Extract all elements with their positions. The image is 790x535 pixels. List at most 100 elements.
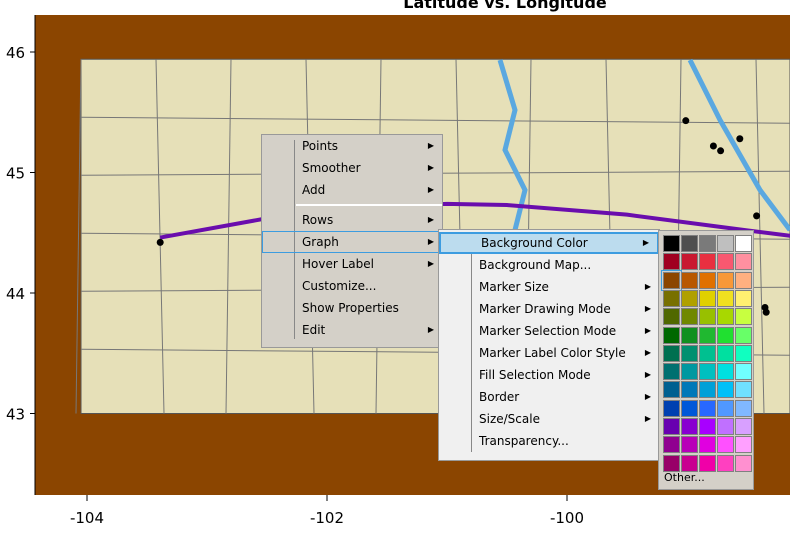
- menu-item-label: Smoother: [302, 161, 361, 175]
- color-swatch[interactable]: [681, 235, 698, 252]
- color-swatch[interactable]: [663, 436, 680, 454]
- color-swatch[interactable]: [663, 418, 680, 435]
- color-swatch[interactable]: [663, 363, 680, 381]
- menu-item-background-color[interactable]: Background Color ▶: [439, 232, 659, 254]
- data-point[interactable]: [762, 308, 770, 316]
- other-color-option[interactable]: Other...: [664, 471, 705, 484]
- color-swatch[interactable]: [735, 381, 752, 399]
- color-swatch[interactable]: [663, 326, 680, 344]
- color-swatch[interactable]: [681, 289, 698, 307]
- color-swatch[interactable]: [663, 381, 680, 399]
- color-swatch[interactable]: [717, 454, 734, 472]
- menu-item-transparency[interactable]: Transparency...: [439, 430, 659, 452]
- menu-item-border[interactable]: Border ▶: [439, 386, 659, 408]
- color-swatch[interactable]: [681, 418, 698, 435]
- menu-item-customize[interactable]: Customize...: [262, 275, 442, 297]
- data-point[interactable]: [717, 147, 725, 155]
- menu-item-background-map[interactable]: Background Map...: [439, 254, 659, 276]
- color-swatch[interactable]: [735, 326, 752, 344]
- menu-item-edit[interactable]: Edit ▶: [262, 319, 442, 341]
- data-point[interactable]: [753, 212, 761, 220]
- color-swatch[interactable]: [699, 418, 716, 435]
- menu-item-marker-drawing-mode[interactable]: Marker Drawing Mode ▶: [439, 298, 659, 320]
- color-swatch[interactable]: [699, 344, 716, 362]
- color-swatch[interactable]: [663, 253, 680, 271]
- color-swatch[interactable]: [735, 454, 752, 472]
- color-swatch[interactable]: [717, 289, 734, 307]
- menu-item-graph[interactable]: Graph ▶: [262, 231, 442, 253]
- x-tick-label: -104: [70, 509, 104, 527]
- color-swatch[interactable]: [681, 454, 698, 472]
- color-swatch[interactable]: [735, 308, 752, 326]
- color-swatch[interactable]: [717, 271, 734, 289]
- color-swatch[interactable]: [661, 269, 682, 291]
- data-point[interactable]: [736, 135, 744, 143]
- color-swatch[interactable]: [681, 436, 698, 454]
- color-swatch[interactable]: [699, 253, 716, 271]
- menu-item-marker-selection-mode[interactable]: Marker Selection Mode ▶: [439, 320, 659, 342]
- color-swatch[interactable]: [699, 289, 716, 307]
- color-swatch[interactable]: [663, 344, 680, 362]
- color-swatch[interactable]: [717, 308, 734, 326]
- menu-item-smoother[interactable]: Smoother ▶: [262, 157, 442, 179]
- color-swatch[interactable]: [681, 326, 698, 344]
- color-swatch[interactable]: [699, 454, 716, 472]
- color-swatch[interactable]: [735, 436, 752, 454]
- data-point[interactable]: [709, 142, 717, 150]
- data-point[interactable]: [682, 117, 690, 125]
- menu-item-label: Border: [479, 390, 520, 404]
- color-swatch[interactable]: [681, 344, 698, 362]
- menu-item-size-scale[interactable]: Size/Scale ▶: [439, 408, 659, 430]
- menu-item-fill-selection-mode[interactable]: Fill Selection Mode ▶: [439, 364, 659, 386]
- color-swatch[interactable]: [717, 418, 734, 435]
- color-swatch[interactable]: [663, 289, 680, 307]
- color-swatch[interactable]: [699, 381, 716, 399]
- color-swatch[interactable]: [699, 399, 716, 417]
- color-swatch[interactable]: [663, 399, 680, 417]
- color-swatch[interactable]: [681, 253, 698, 271]
- color-swatch[interactable]: [717, 399, 734, 417]
- menu-item-label: Fill Selection Mode: [479, 368, 591, 382]
- color-swatch[interactable]: [699, 271, 716, 289]
- color-swatch[interactable]: [681, 399, 698, 417]
- color-swatch[interactable]: [699, 363, 716, 381]
- menu-item-marker-size[interactable]: Marker Size ▶: [439, 276, 659, 298]
- color-swatch[interactable]: [735, 289, 752, 307]
- color-swatch[interactable]: [663, 454, 680, 472]
- color-swatch[interactable]: [663, 308, 680, 326]
- color-swatch[interactable]: [663, 235, 680, 252]
- color-swatch[interactable]: [735, 235, 752, 252]
- color-swatch[interactable]: [699, 436, 716, 454]
- menu-item-marker-label-color-style[interactable]: Marker Label Color Style ▶: [439, 342, 659, 364]
- color-swatch[interactable]: [717, 436, 734, 454]
- color-swatch[interactable]: [681, 363, 698, 381]
- color-swatch[interactable]: [717, 235, 734, 252]
- y-tick-label: 46: [6, 44, 25, 62]
- color-swatch[interactable]: [717, 381, 734, 399]
- color-swatch[interactable]: [699, 308, 716, 326]
- menu-item-points[interactable]: Points ▶: [262, 135, 442, 157]
- menu-item-label: Background Map...: [479, 258, 592, 272]
- color-swatch[interactable]: [735, 253, 752, 271]
- color-swatch[interactable]: [681, 271, 698, 289]
- color-swatch[interactable]: [717, 363, 734, 381]
- menu-item-label: Points: [302, 139, 339, 153]
- data-point[interactable]: [156, 238, 164, 246]
- color-swatch[interactable]: [681, 381, 698, 399]
- color-swatch[interactable]: [699, 235, 716, 252]
- color-swatch[interactable]: [717, 253, 734, 271]
- menu-item-hover-label[interactable]: Hover Label ▶: [262, 253, 442, 275]
- color-swatch[interactable]: [735, 271, 752, 289]
- color-swatch[interactable]: [717, 326, 734, 344]
- color-swatch[interactable]: [735, 399, 752, 417]
- menu-item-add[interactable]: Add ▶: [262, 179, 442, 201]
- color-swatch[interactable]: [681, 308, 698, 326]
- color-swatch[interactable]: [735, 418, 752, 435]
- color-swatch[interactable]: [735, 344, 752, 362]
- color-swatch[interactable]: [717, 344, 734, 362]
- color-swatch[interactable]: [735, 363, 752, 381]
- menu-item-show-properties[interactable]: Show Properties: [262, 297, 442, 319]
- menu-item-rows[interactable]: Rows ▶: [262, 209, 442, 231]
- submenu-arrow-icon: ▶: [427, 325, 434, 334]
- color-swatch[interactable]: [699, 326, 716, 344]
